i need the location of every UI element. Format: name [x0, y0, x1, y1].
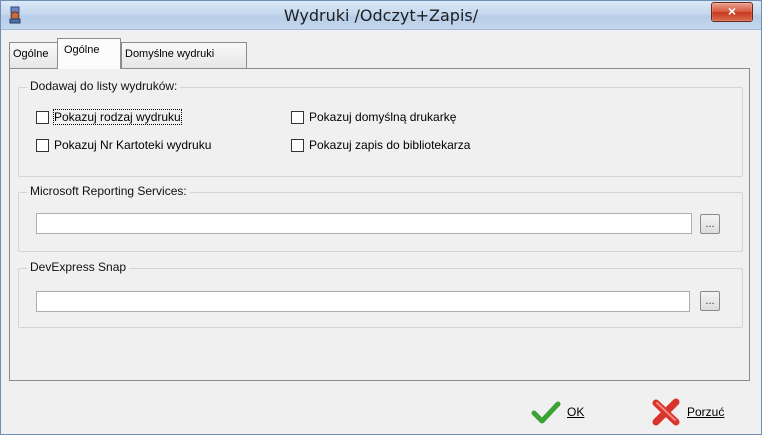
red-x-icon [652, 398, 680, 426]
checkbox-box[interactable] [36, 138, 49, 152]
checkbox-show-save-to-library[interactable]: Pokazuj zapis do bibliotekarza [291, 137, 470, 153]
tab-panel: Dodawaj do listy wydruków: Pokazuj rodza… [9, 68, 750, 381]
devexpress-path-input[interactable] [36, 291, 690, 312]
group-ms-reporting: Microsoft Reporting Services: ... [18, 184, 743, 252]
checkmark-icon [531, 401, 561, 424]
ms-reporting-browse-button[interactable]: ... [700, 214, 720, 234]
tab-ogolne-1[interactable]: Ogólne [9, 42, 61, 68]
checkbox-show-file-number[interactable]: Pokazuj Nr Kartoteki wydruku [36, 137, 211, 153]
tab-label: Domyślne wydruki [125, 48, 215, 60]
close-icon: × [727, 3, 737, 19]
checkbox-show-print-type[interactable]: Pokazuj rodzaj wydruku [36, 109, 182, 125]
dialog-window: Wydruki /Odczyt+Zapis/ × Ogólne Ogólne D… [0, 0, 762, 435]
checkbox-label: Pokazuj domyślną drukarkę [309, 110, 457, 124]
checkbox-label: Pokazuj rodzaj wydruku [53, 109, 182, 125]
tab-ogolne-2[interactable]: Ogólne [57, 38, 121, 69]
checkbox-box[interactable] [36, 110, 49, 124]
group-title: DevExpress Snap [27, 260, 130, 274]
group-devexpress: DevExpress Snap ... [18, 260, 743, 328]
ellipsis-icon: ... [705, 218, 715, 230]
group-print-list: Dodawaj do listy wydruków: Pokazuj rodza… [18, 79, 743, 177]
checkbox-label: Pokazuj Nr Kartoteki wydruku [54, 138, 212, 152]
tab-domyslne-wydruki[interactable]: Domyślne wydruki [121, 42, 247, 68]
checkbox-box[interactable] [291, 110, 304, 124]
close-button[interactable]: × [711, 2, 753, 22]
checkbox-show-default-printer[interactable]: Pokazuj domyślną drukarkę [291, 109, 456, 125]
tab-label: Ogólne [64, 44, 100, 56]
group-title: Microsoft Reporting Services: [27, 184, 190, 198]
devexpress-browse-button[interactable]: ... [700, 291, 720, 311]
group-title: Dodawaj do listy wydruków: [27, 79, 181, 93]
checkbox-label: Pokazuj zapis do bibliotekarza [309, 138, 471, 152]
window-title: Wydruki /Odczyt+Zapis/ [283, 6, 479, 25]
ok-button[interactable]: OK [531, 397, 584, 427]
ok-label: OK [567, 405, 585, 419]
checkbox-box[interactable] [291, 138, 304, 152]
ms-reporting-path-input[interactable] [36, 213, 692, 234]
ellipsis-icon: ... [705, 295, 715, 307]
cancel-label: Porzuć [687, 405, 725, 419]
title-bar[interactable]: Wydruki /Odczyt+Zapis/ × [1, 1, 761, 30]
tab-label: Ogólne [13, 48, 49, 60]
cancel-button[interactable]: Porzuć [651, 397, 724, 427]
